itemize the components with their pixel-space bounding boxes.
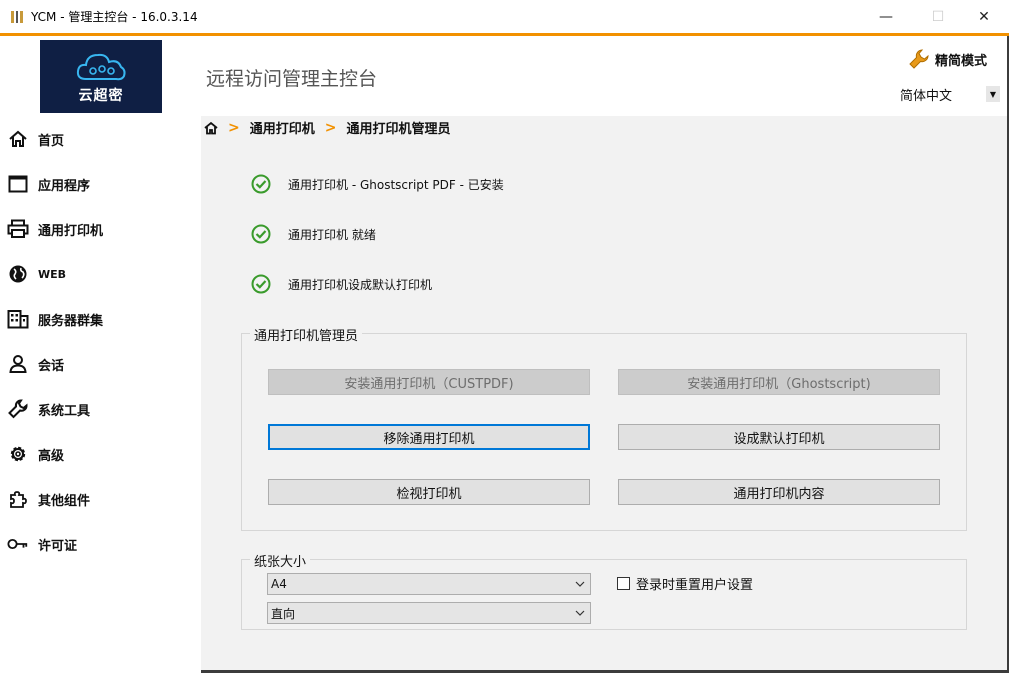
reset-settings-label[interactable]: 登录时重置用户设置 [636, 574, 753, 593]
sidebar-item-label: 系统工具 [38, 403, 91, 419]
minimize-button[interactable]: — [863, 0, 909, 33]
sidebar-item-label: 会话 [38, 358, 65, 374]
maximize-button[interactable]: ☐ [915, 0, 961, 33]
window-title: YCM - 管理主控台 - 16.0.3.14 [31, 10, 198, 24]
close-icon: ✕ [978, 8, 990, 25]
check-circle-icon [251, 224, 271, 244]
sidebar-item-label: 通用打印机 [38, 223, 104, 239]
sidebar-item-label: 首页 [38, 133, 65, 149]
simple-mode-button[interactable]: 精简模式 [908, 48, 987, 70]
home-icon [7, 128, 29, 150]
sidebar-item-label: 服务器群集 [38, 313, 104, 329]
breadcrumb-item: 通用打印机管理员 [346, 122, 451, 137]
sidebar-item-home[interactable]: 首页 [0, 119, 201, 159]
paper-size-select[interactable]: A4 [267, 573, 591, 595]
sidebar: 首页 应用程序 通用打印机 WEB 服务器群集 会话 系统工具 高级 其他组件 … [0, 116, 201, 673]
simple-mode-label: 精简模式 [935, 53, 988, 69]
group-title: 纸张大小 [250, 551, 311, 570]
chevron-down-icon: ▼ [986, 86, 1000, 102]
status-item-default: 通用打印机设成默认打印机 [251, 274, 432, 294]
breadcrumb-item[interactable]: 通用打印机 [250, 118, 315, 137]
sidebar-item-label: 应用程序 [38, 178, 91, 194]
reset-settings-checkbox[interactable] [617, 577, 630, 590]
status-item-installed: 通用打印机 - Ghostscript PDF - 已安装 [251, 174, 504, 194]
chevron-down-icon [575, 581, 585, 587]
header: 云超密 远程访问管理主控台 精简模式 简体中文 ▼ [0, 36, 1009, 116]
sidebar-item-sessions[interactable]: 会话 [0, 344, 201, 384]
language-value: 简体中文 [900, 88, 953, 104]
sidebar-item-printer[interactable]: 通用打印机 [0, 209, 201, 249]
gear-icon [7, 443, 29, 465]
sidebar-item-label: 许可证 [38, 538, 78, 554]
close-button[interactable]: ✕ [961, 0, 1007, 33]
orientation-select[interactable]: 直向 [267, 602, 591, 624]
check-circle-icon [251, 274, 271, 294]
home-icon[interactable] [204, 121, 218, 135]
sidebar-item-components[interactable]: 其他组件 [0, 479, 201, 519]
breadcrumb: > 通用打印机 > 通用打印机管理员 [204, 118, 451, 137]
group-title: 通用打印机管理员 [250, 325, 363, 344]
status-text: 通用打印机 就绪 [288, 227, 376, 242]
minimize-icon: — [879, 8, 893, 25]
status-text: 通用打印机设成默认打印机 [288, 277, 433, 292]
sidebar-item-label: 高级 [38, 448, 65, 464]
printer-content-button[interactable]: 通用打印机内容 [618, 479, 940, 505]
window-icon [7, 173, 29, 195]
app-tools-icon [11, 10, 23, 23]
status-item-ready: 通用打印机 就绪 [251, 224, 376, 244]
logo-text: 云超密 [78, 87, 124, 104]
set-default-printer-button[interactable]: 设成默认打印机 [618, 424, 940, 450]
sidebar-item-advanced[interactable]: 高级 [0, 434, 201, 474]
sidebar-item-applications[interactable]: 应用程序 [0, 164, 201, 204]
user-icon [7, 353, 29, 375]
printer-icon [7, 218, 29, 240]
logo: 云超密 [40, 40, 162, 113]
view-printer-button[interactable]: 检视打印机 [268, 479, 590, 505]
chevron-down-icon [575, 610, 585, 616]
app-title: 远程访问管理主控台 [206, 68, 378, 90]
reset-settings-checkbox-row[interactable]: 登录时重置用户设置 [617, 574, 753, 593]
breadcrumb-separator: > [228, 119, 240, 136]
sidebar-item-label: WEB [38, 267, 67, 281]
wrench-icon [909, 49, 929, 69]
building-icon [7, 308, 29, 330]
main-content: > 通用打印机 > 通用打印机管理员 通用打印机 - Ghostscript P… [201, 116, 1008, 670]
sidebar-item-server-cluster[interactable]: 服务器群集 [0, 299, 201, 339]
wrench-icon [7, 398, 29, 420]
puzzle-icon [7, 488, 29, 510]
language-select[interactable]: 简体中文 ▼ [892, 83, 1002, 105]
install-ghostscript-button[interactable]: 安装通用打印机（Ghostscript) [618, 369, 940, 395]
sidebar-item-label: 其他组件 [38, 493, 91, 509]
paper-size-value: A4 [271, 577, 287, 591]
install-custpdf-button[interactable]: 安装通用打印机（CUSTPDF) [268, 369, 590, 395]
sidebar-item-system-tools[interactable]: 系统工具 [0, 389, 201, 429]
orientation-value: 直向 [271, 606, 296, 621]
title-bar: YCM - 管理主控台 - 16.0.3.14 — ☐ ✕ [0, 0, 1009, 33]
key-icon [7, 533, 29, 555]
maximize-icon: ☐ [931, 8, 945, 25]
check-circle-icon [251, 174, 271, 194]
breadcrumb-separator: > [324, 119, 337, 136]
status-text: 通用打印机 - Ghostscript PDF - 已安装 [288, 177, 504, 192]
sidebar-item-license[interactable]: 许可证 [0, 524, 201, 564]
sidebar-item-web[interactable]: WEB [0, 254, 201, 294]
remove-printer-button[interactable]: 移除通用打印机 [268, 424, 590, 450]
globe-icon [7, 263, 29, 285]
cloud-logo-icon [76, 53, 126, 80]
